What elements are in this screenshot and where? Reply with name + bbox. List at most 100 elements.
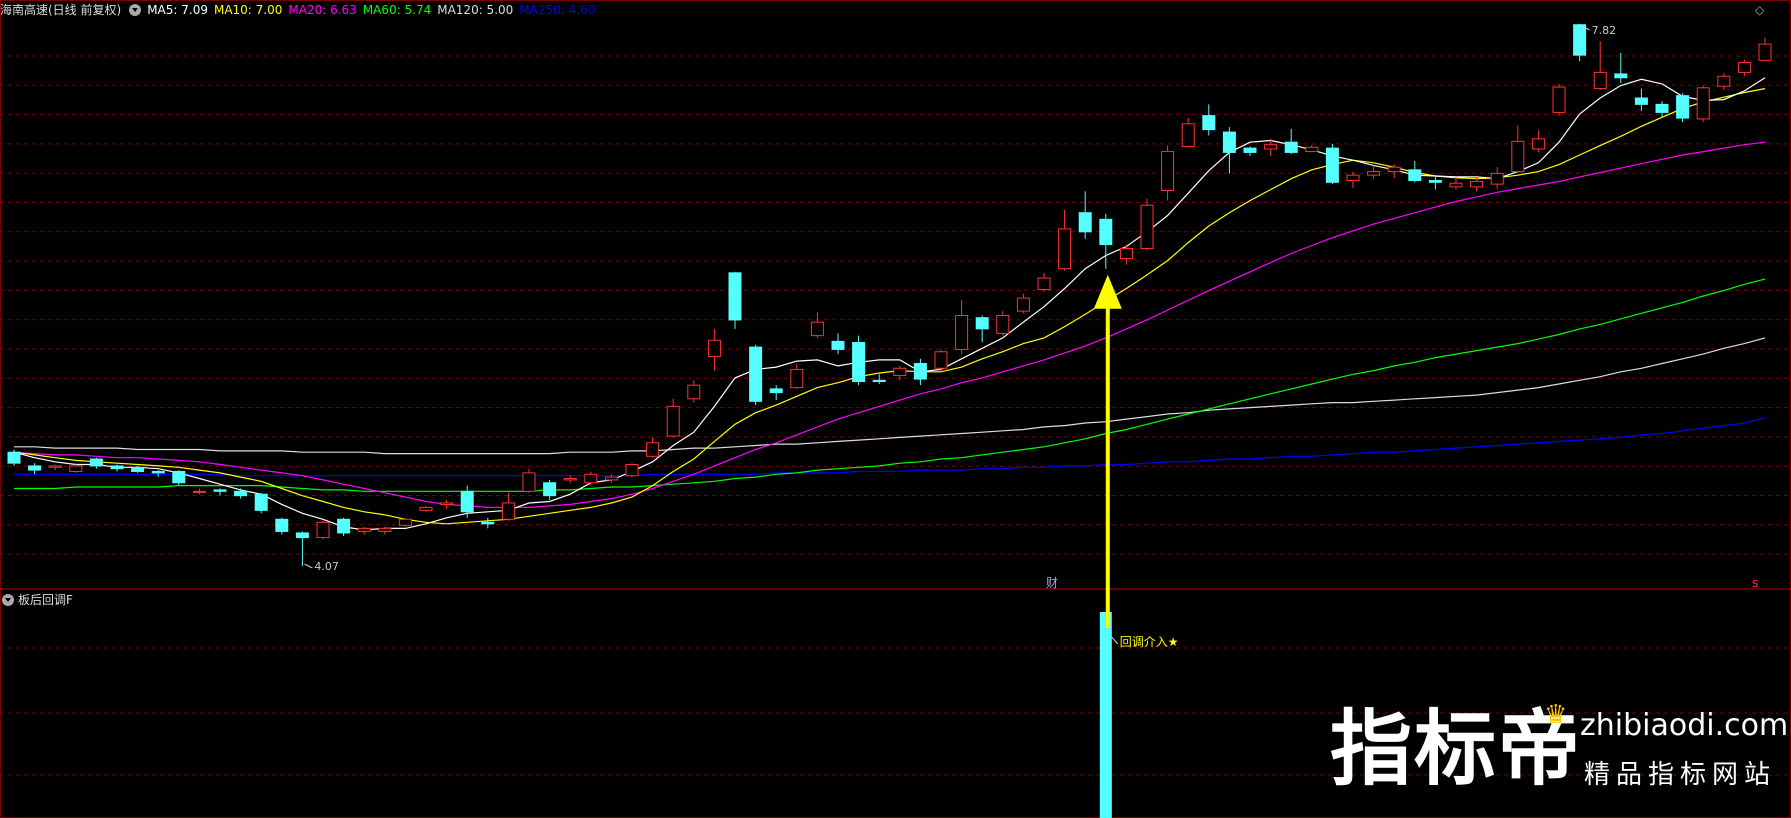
ma60-label: MA60: 5.74 — [362, 3, 432, 17]
candle-body-up — [1264, 144, 1278, 150]
candle-body-down — [1614, 73, 1628, 79]
watermark-slogan: 精品指标网站 — [1584, 760, 1777, 790]
candle-body-down — [913, 362, 927, 380]
candle-body-up — [1346, 174, 1360, 182]
candle-body-up — [522, 472, 536, 492]
candle-body-up — [996, 315, 1010, 334]
ma20-line — [13, 141, 1766, 508]
candle-body-up — [1119, 248, 1133, 260]
signal-pointer — [1110, 635, 1119, 645]
low-price-label: 4.07 — [314, 560, 339, 573]
candle-body-down — [1284, 141, 1298, 153]
candle-body-up — [1058, 228, 1072, 270]
watermark: 指标帝 ♛ zhibiaodi.com 精品指标网站 — [1330, 700, 1790, 800]
candle-body-up — [604, 476, 618, 481]
ma120-label: MA120: 5.00 — [437, 3, 514, 17]
ma60-line — [14, 278, 1766, 492]
candle-body-down — [481, 521, 495, 525]
candle-body-down — [172, 470, 186, 484]
candle-body-down — [1655, 103, 1669, 113]
candle-body-down — [213, 489, 227, 492]
candle-body-up — [625, 464, 639, 477]
indicator-title: 板后回调F — [18, 593, 73, 607]
candle-body-down — [1573, 24, 1587, 56]
candle-body-down — [1325, 147, 1339, 183]
candle-body-up — [1305, 146, 1319, 153]
ma10-label: MA10: 7.00 — [213, 3, 283, 17]
signal-arrow-head — [1093, 274, 1122, 309]
candle-body-down — [1634, 97, 1648, 105]
candle-body-down — [1222, 131, 1236, 153]
candle-body-up — [1449, 182, 1463, 188]
candle-body-up — [790, 368, 804, 389]
s-marker[interactable]: s — [1752, 576, 1758, 590]
candle-body-up — [1552, 86, 1566, 113]
ma120-line — [14, 337, 1766, 455]
candle-body-up — [1387, 166, 1401, 173]
candle-body-up — [419, 506, 433, 511]
candle-body-up — [1696, 87, 1710, 120]
main-chart-header: 海南高速(日线 前复权) MA5: 7.09 MA10: 7.00 MA20: … — [0, 1, 601, 19]
candle-body-up — [687, 384, 701, 400]
candle-body-down — [254, 493, 268, 511]
candle-body-up — [1016, 297, 1030, 312]
candle-body-up — [1593, 71, 1607, 90]
dropdown-icon[interactable] — [129, 4, 142, 16]
candle-body-up — [893, 367, 907, 376]
candle-body-down — [1202, 115, 1216, 131]
candle-body-up — [48, 465, 62, 468]
candle-body-down — [769, 388, 783, 394]
candle-body-down — [295, 532, 309, 539]
chart-frame — [0, 0, 1791, 818]
ma20-label: MA20: 6.63 — [288, 3, 357, 17]
candle-body-down — [151, 470, 165, 474]
candle-body-up — [1161, 151, 1175, 191]
candle-body-up — [1367, 171, 1381, 176]
candle-body-up — [707, 339, 721, 357]
candle-body-up — [646, 442, 660, 457]
signal-bar — [1099, 612, 1112, 818]
ma250-line — [14, 417, 1766, 477]
finance-marker[interactable]: 财 — [1046, 576, 1058, 590]
candle-body-down — [1078, 212, 1092, 233]
candle-body-down — [89, 458, 103, 467]
candle-body-up — [316, 521, 330, 539]
candle-body-up — [1737, 62, 1751, 73]
candle-body-down — [543, 482, 557, 497]
candle-body-down — [7, 451, 21, 464]
low-pointer — [304, 563, 313, 569]
stock-chart[interactable]: 7.82 4.07 财 s 回调介入★ ◇ — [0, 0, 1791, 818]
candle-body-up — [1717, 75, 1731, 87]
candle-body-down — [1676, 95, 1690, 119]
nav-arrows-icon[interactable]: ◇ — [1755, 3, 1765, 17]
candle-body-up — [357, 527, 371, 532]
candle-body-up — [1037, 277, 1051, 291]
candle-body-up — [1140, 204, 1154, 250]
candle-body-down — [749, 346, 763, 402]
stock-title: 海南高速(日线 前复权) — [0, 3, 122, 17]
candle-body-up — [563, 478, 577, 481]
candle-body-up — [1758, 43, 1772, 61]
candle-body-up — [501, 502, 515, 520]
candle-body-down — [852, 341, 866, 383]
candle-body-up — [810, 321, 824, 337]
candle-body-up — [1511, 140, 1525, 173]
candle-body-up — [1470, 180, 1484, 188]
candle-body-up — [1181, 123, 1195, 147]
candle-body-down — [1428, 180, 1442, 183]
indicator-dropdown-icon[interactable] — [2, 594, 14, 606]
indicator-header: 板后回调F — [0, 592, 73, 608]
candle-body-down — [131, 466, 145, 472]
candle-body-down — [460, 490, 474, 513]
candle-body-up — [398, 518, 412, 526]
candle-body-down — [234, 490, 248, 497]
candle-body-down — [1243, 147, 1257, 153]
ma10-line — [13, 88, 1766, 525]
candle-body-up — [1531, 138, 1545, 150]
crown-icon: ♛ — [1544, 700, 1568, 730]
signal-label: 回调介入★ — [1120, 635, 1179, 649]
candle-body-down — [1408, 169, 1422, 182]
high-price-label: 7.82 — [1592, 24, 1617, 37]
candle-body-down — [110, 465, 124, 470]
candle-body-up — [69, 465, 83, 472]
